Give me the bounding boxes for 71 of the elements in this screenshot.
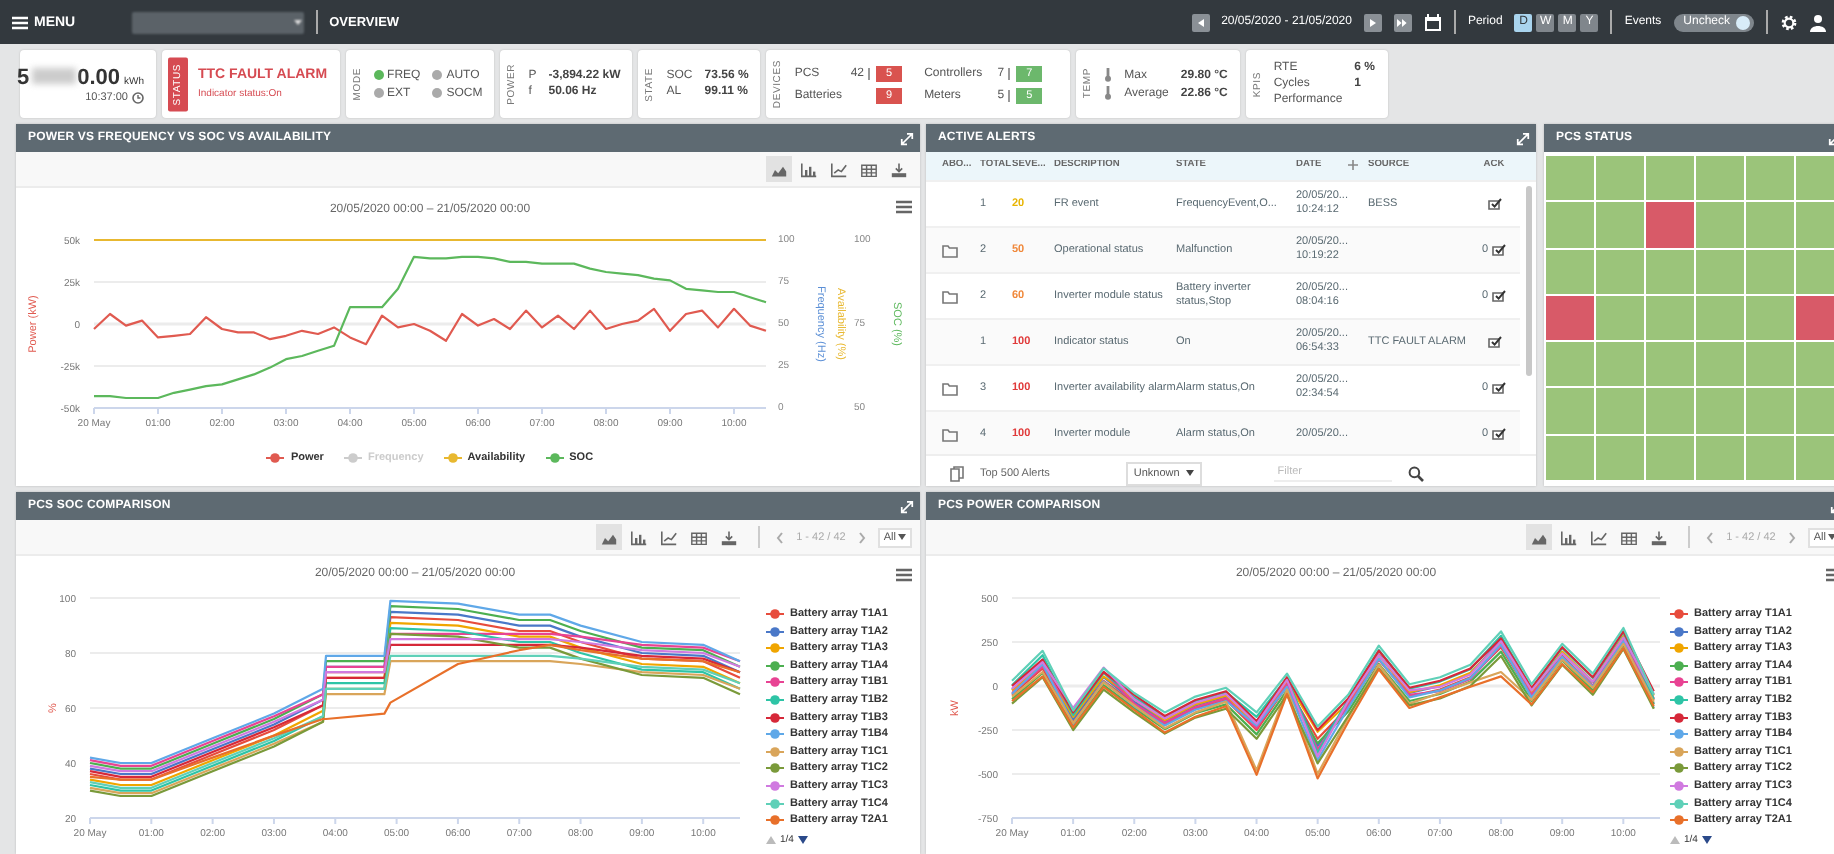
legend-marker <box>1670 728 1688 741</box>
menu-icon[interactable] <box>896 568 912 582</box>
legend-marker <box>766 711 784 724</box>
legend-marker <box>1670 693 1688 706</box>
legend-marker <box>1670 745 1688 758</box>
last-icon[interactable] <box>1393 13 1412 31</box>
folder-icon[interactable] <box>942 427 958 441</box>
area-chart-icon[interactable] <box>596 524 623 550</box>
caret-icon <box>898 534 906 540</box>
clock-icon <box>132 91 144 103</box>
caret-icon <box>1828 534 1834 540</box>
expand-icon[interactable] <box>900 499 914 513</box>
legend-marker <box>766 728 784 741</box>
thermometer-icon <box>1104 86 1113 100</box>
redacted-text <box>31 67 76 83</box>
legend-marker <box>766 779 784 792</box>
copy-icon[interactable] <box>950 465 964 481</box>
area-chart-icon[interactable] <box>766 156 792 182</box>
legend-marker <box>766 814 784 827</box>
legend-marker <box>1670 779 1688 792</box>
acknowledge-icon[interactable] <box>1487 336 1501 348</box>
acknowledge-icon[interactable] <box>1492 290 1507 302</box>
legend-marker <box>766 625 784 638</box>
legend-marker <box>766 762 784 775</box>
settings-icon[interactable] <box>1780 13 1798 31</box>
legend-marker <box>766 608 784 620</box>
legend-marker <box>1670 814 1688 827</box>
legend-marker <box>766 693 784 706</box>
sort-icon[interactable] <box>1347 160 1358 171</box>
legend-marker <box>766 642 784 655</box>
legend-marker <box>766 797 784 810</box>
energy-prefix: 5 <box>16 65 30 89</box>
expand-icon[interactable] <box>1516 131 1530 145</box>
legend-marker <box>266 452 285 464</box>
next-icon[interactable] <box>1363 13 1382 31</box>
legend-marker <box>343 452 362 464</box>
folder-icon[interactable] <box>942 381 958 395</box>
thermometer-icon <box>1104 68 1113 82</box>
acknowledge-icon[interactable] <box>1492 244 1507 256</box>
page-down-icon[interactable] <box>1701 835 1712 844</box>
scrollbar-thumb[interactable] <box>1526 186 1532 376</box>
area-chart-icon[interactable] <box>1526 524 1553 550</box>
legend-marker <box>1670 797 1688 810</box>
expand-icon[interactable] <box>900 131 914 145</box>
folder-icon[interactable] <box>942 289 958 303</box>
legend-marker <box>1670 659 1688 672</box>
acknowledge-icon[interactable] <box>1492 428 1507 440</box>
caret-icon <box>1185 470 1194 476</box>
legend-marker <box>1670 608 1688 620</box>
caret-icon <box>291 16 304 28</box>
calendar-icon[interactable] <box>1423 13 1442 31</box>
legend-marker <box>766 745 784 758</box>
user-icon[interactable] <box>1810 13 1826 31</box>
legend-marker <box>1670 625 1688 638</box>
legend-marker <box>1670 642 1688 655</box>
legend-marker <box>1670 711 1688 724</box>
legend-marker <box>766 676 784 689</box>
legend-marker <box>443 452 462 464</box>
acknowledge-icon[interactable] <box>1487 198 1501 210</box>
previous-icon[interactable] <box>1191 13 1210 31</box>
legend-marker <box>545 452 564 464</box>
menu-icon <box>12 15 28 29</box>
legend-marker <box>1670 762 1688 775</box>
page-down-icon[interactable] <box>797 835 808 844</box>
energy-value: 0.00 <box>77 65 120 89</box>
search-icon[interactable] <box>1407 465 1424 481</box>
legend-marker <box>1670 676 1688 689</box>
legend-marker <box>766 659 784 672</box>
menu-icon[interactable] <box>896 200 912 214</box>
folder-icon[interactable] <box>942 243 958 257</box>
acknowledge-icon[interactable] <box>1492 382 1507 394</box>
